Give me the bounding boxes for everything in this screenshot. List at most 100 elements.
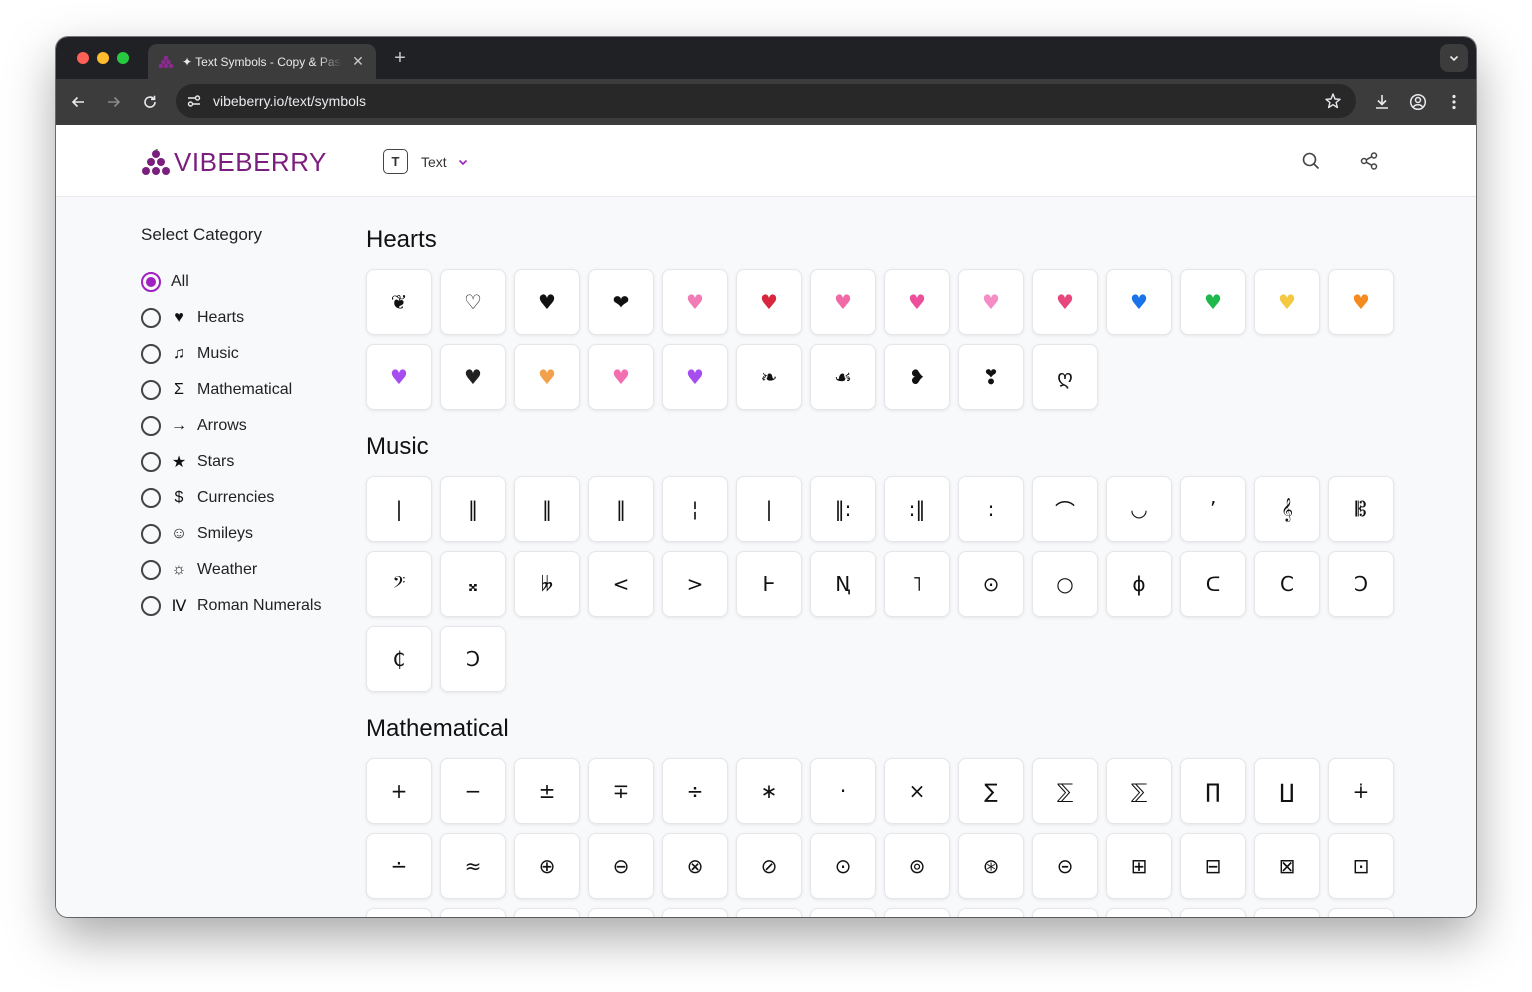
symbol-button[interactable]: ⊙: [810, 833, 876, 899]
symbol-button[interactable]: ⅀: [1106, 758, 1172, 824]
symbol-button[interactable]: <: [588, 551, 654, 617]
symbol-button[interactable]: ❤: [588, 269, 654, 335]
category-radio-mathematical[interactable]: Σ Mathematical: [141, 372, 321, 408]
symbol-button[interactable]: ♥: [662, 269, 728, 335]
maximize-window-button[interactable]: [117, 52, 129, 64]
minimize-window-button[interactable]: [97, 52, 109, 64]
browser-menu-icon[interactable]: [1444, 92, 1464, 112]
category-radio-stars[interactable]: ★ Stars: [141, 444, 321, 480]
symbol-button[interactable]: [1254, 908, 1320, 917]
symbol-button[interactable]: ⊘: [736, 833, 802, 899]
category-radio-music[interactable]: ♫ Music: [141, 336, 321, 372]
symbol-button[interactable]: −: [440, 758, 506, 824]
symbol-button[interactable]: |: [366, 476, 432, 542]
symbol-button[interactable]: ∗: [736, 758, 802, 824]
symbol-button[interactable]: ღ: [1032, 344, 1098, 410]
new-tab-button[interactable]: +: [390, 47, 410, 69]
symbol-button[interactable]: ♥: [810, 269, 876, 335]
symbol-button[interactable]: 𝄞: [1254, 476, 1320, 542]
symbol-button[interactable]: ᑕ: [1180, 551, 1246, 617]
symbol-button[interactable]: +: [366, 758, 432, 824]
symbol-button[interactable]: [884, 908, 950, 917]
symbol-button[interactable]: ˥: [884, 551, 950, 617]
symbol-button[interactable]: ∑: [958, 758, 1024, 824]
category-radio-weather[interactable]: ☼ Weather: [141, 552, 321, 588]
bookmark-star-icon[interactable]: [1324, 92, 1342, 115]
symbol-button[interactable]: ×: [884, 758, 950, 824]
symbol-button[interactable]: [514, 908, 580, 917]
symbol-button[interactable]: ’: [1180, 476, 1246, 542]
share-icon[interactable]: [1359, 151, 1379, 171]
address-bar[interactable]: vibeberry.io/text/symbols: [176, 84, 1356, 118]
symbol-button[interactable]: ♥: [1032, 269, 1098, 335]
category-radio-hearts[interactable]: ♥ Hearts: [141, 300, 321, 336]
symbol-button[interactable]: ∓: [588, 758, 654, 824]
symbol-button[interactable]: ♥: [1180, 269, 1246, 335]
symbol-button[interactable]: Ↄ: [440, 626, 506, 692]
tab-close-icon[interactable]: ✕: [350, 53, 366, 70]
forward-icon[interactable]: [104, 92, 124, 112]
symbol-button[interactable]: ±: [514, 758, 580, 824]
profile-icon[interactable]: [1408, 92, 1428, 112]
symbol-button[interactable]: ⊞: [1106, 833, 1172, 899]
symbol-button[interactable]: ❧: [736, 344, 802, 410]
symbol-button[interactable]: [440, 908, 506, 917]
symbol-button[interactable]: 𝄡: [1328, 476, 1394, 542]
symbol-button[interactable]: ○: [1032, 551, 1098, 617]
symbol-button[interactable]: ≈: [440, 833, 506, 899]
symbol-button[interactable]: Ⱶ: [736, 551, 802, 617]
radio-button[interactable]: [141, 416, 161, 436]
radio-button[interactable]: [141, 596, 161, 616]
tab-search-button[interactable]: [1440, 44, 1468, 72]
radio-button[interactable]: [141, 560, 161, 580]
symbol-button[interactable]: :‖: [884, 476, 950, 542]
radio-button[interactable]: [141, 308, 161, 328]
radio-button[interactable]: [141, 380, 161, 400]
symbol-button[interactable]: ‖: [514, 476, 580, 542]
symbol-button[interactable]: [1106, 908, 1172, 917]
symbol-button[interactable]: ♥: [588, 344, 654, 410]
symbol-button[interactable]: [662, 908, 728, 917]
symbol-button[interactable]: ⅀: [1032, 758, 1098, 824]
symbol-button[interactable]: ♥: [1106, 269, 1172, 335]
symbol-button[interactable]: ‖: [588, 476, 654, 542]
symbol-button[interactable]: ‖: [440, 476, 506, 542]
symbol-button[interactable]: ₵: [366, 626, 432, 692]
site-logo[interactable]: VIBEBERRY: [141, 147, 327, 178]
symbol-button[interactable]: ⊟: [1180, 833, 1246, 899]
category-radio-currencies[interactable]: $ Currencies: [141, 480, 321, 516]
symbol-button[interactable]: :: [958, 476, 1024, 542]
symbol-button[interactable]: [1180, 908, 1246, 917]
symbol-button[interactable]: ∏: [1180, 758, 1246, 824]
symbol-button[interactable]: ⊕: [514, 833, 580, 899]
symbol-button[interactable]: ⊗: [662, 833, 728, 899]
symbol-button[interactable]: ⊙: [958, 551, 1024, 617]
symbol-button[interactable]: 𝄢: [366, 551, 432, 617]
category-radio-smileys[interactable]: ☺ Smileys: [141, 516, 321, 552]
symbol-button[interactable]: ⌒: [1032, 476, 1098, 542]
symbol-button[interactable]: ♡: [440, 269, 506, 335]
symbol-button[interactable]: ❥: [884, 344, 950, 410]
category-radio-arrows[interactable]: → Arrows: [141, 408, 321, 444]
symbol-button[interactable]: C: [1254, 551, 1320, 617]
back-icon[interactable]: [68, 92, 88, 112]
radio-button[interactable]: [141, 488, 161, 508]
symbol-button[interactable]: Ꞑ: [810, 551, 876, 617]
symbol-button[interactable]: ⊠: [1254, 833, 1320, 899]
symbol-button[interactable]: ɸ: [1106, 551, 1172, 617]
reload-icon[interactable]: [140, 92, 160, 112]
symbol-button[interactable]: [588, 908, 654, 917]
symbol-button[interactable]: [1032, 908, 1098, 917]
symbol-button[interactable]: ♥: [440, 344, 506, 410]
symbol-button[interactable]: ♥: [1254, 269, 1320, 335]
symbol-button[interactable]: [810, 908, 876, 917]
browser-tab-active[interactable]: ✦ Text Symbols - Copy & Paste ✕: [148, 44, 376, 79]
symbol-button[interactable]: ♥: [662, 344, 728, 410]
symbol-button[interactable]: ⊚: [884, 833, 950, 899]
symbol-button[interactable]: ∐: [1254, 758, 1320, 824]
symbol-button[interactable]: ⊛: [958, 833, 1024, 899]
symbol-button[interactable]: ♥: [958, 269, 1024, 335]
symbol-button[interactable]: ⊝: [1032, 833, 1098, 899]
symbol-button[interactable]: ∸: [366, 833, 432, 899]
site-settings-icon[interactable]: [185, 92, 203, 110]
